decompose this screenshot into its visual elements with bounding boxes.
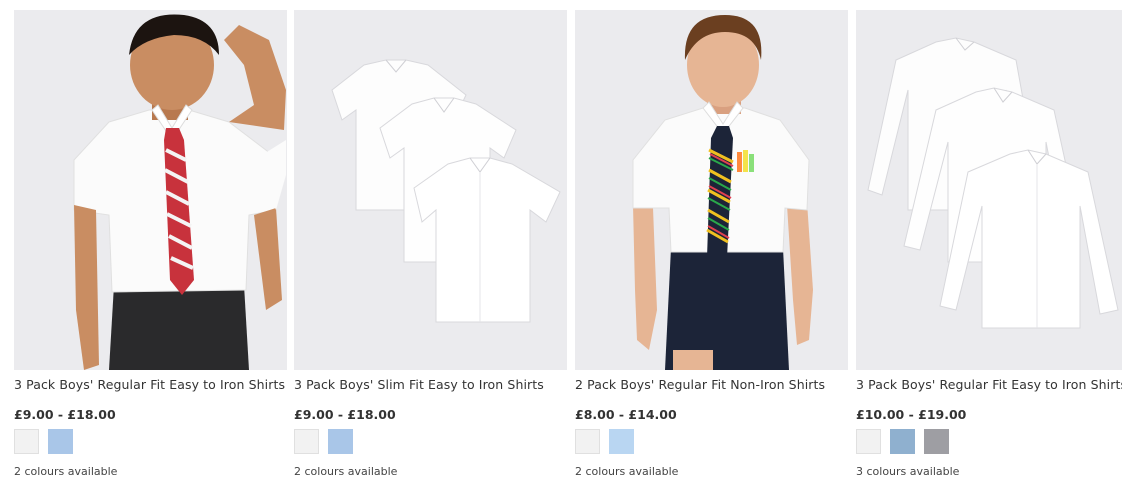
colours-available: 2 colours available [294, 465, 398, 478]
product-image-boy-short-sleeve-red-tie[interactable] [14, 10, 287, 370]
product-image-three-long-sleeve-shirts[interactable] [856, 10, 1122, 370]
product-price: £9.00 - £18.00 [14, 407, 116, 422]
colour-swatches [294, 429, 567, 455]
colour-swatches [856, 429, 1122, 455]
colour-swatch-blue[interactable] [890, 429, 915, 454]
product-grid: 3 Pack Boys' Regular Fit Easy to Iron Sh… [0, 0, 1122, 478]
product-card: 3 Pack Boys' Slim Fit Easy to Iron Shirt… [294, 10, 567, 478]
product-price: £10.00 - £19.00 [856, 407, 967, 422]
colour-swatches [14, 429, 287, 455]
product-title[interactable]: 3 Pack Boys' Slim Fit Easy to Iron Shirt… [294, 377, 567, 393]
colour-swatch-blue[interactable] [328, 429, 353, 454]
colour-swatch-grey[interactable] [924, 429, 949, 454]
colour-swatch-blue[interactable] [609, 429, 634, 454]
colours-available: 2 colours available [575, 465, 679, 478]
product-price: £9.00 - £18.00 [294, 407, 396, 422]
colour-swatch-blue[interactable] [48, 429, 73, 454]
product-image-boy-short-sleeve-striped-tie[interactable] [575, 10, 848, 370]
product-price: £8.00 - £14.00 [575, 407, 677, 422]
product-image-three-short-sleeve-shirts[interactable] [294, 10, 567, 370]
product-card: 3 Pack Boys' Regular Fit Easy to Iron Sh… [14, 10, 287, 478]
colours-available: 3 colours available [856, 465, 960, 478]
colours-available: 2 colours available [14, 465, 118, 478]
product-card: 3 Pack Boys' Regular Fit Easy to Iron Sh… [856, 10, 1122, 478]
product-title[interactable]: 2 Pack Boys' Regular Fit Non-Iron Shirts [575, 377, 848, 393]
colour-swatch-white[interactable] [294, 429, 319, 454]
product-card: 2 Pack Boys' Regular Fit Non-Iron Shirts… [575, 10, 848, 478]
colour-swatch-white[interactable] [14, 429, 39, 454]
product-title[interactable]: 3 Pack Boys' Regular Fit Easy to Iron Sh… [856, 377, 1122, 393]
colour-swatch-white[interactable] [575, 429, 600, 454]
product-title[interactable]: 3 Pack Boys' Regular Fit Easy to Iron Sh… [14, 377, 287, 393]
colour-swatch-white[interactable] [856, 429, 881, 454]
colour-swatches [575, 429, 848, 455]
